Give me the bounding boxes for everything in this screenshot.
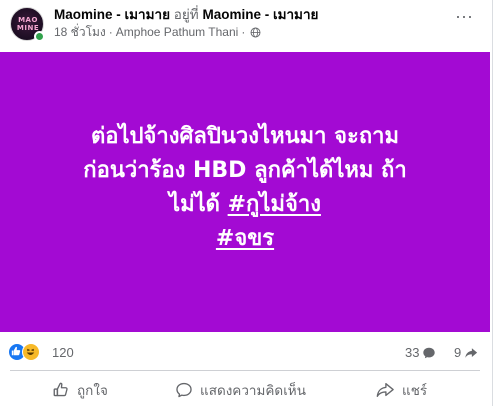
post-header: MAO MINE Maomine - เมามาย อยู่ที่ Maomin… [0,0,493,52]
thumbs-up-icon [53,382,68,397]
post-place-link[interactable]: Amphoe Pathum Thani [116,25,239,40]
avatar-logo-line-1: MAO [18,16,38,24]
post-time-link[interactable]: 18 ชั่วโมง [54,25,106,40]
post-text: ต่อไปจ้างศิลปินวงไหนมา จะถาม ก่อนว่าร้อง… [0,120,490,256]
action-bar: ถูกใจ แสดงความคิดเห็น แชร์ [0,374,490,406]
comment-count-value: 33 [405,345,420,360]
comment-bubble-icon [423,347,436,358]
action-divider [10,370,480,371]
post-background: ต่อไปจ้างศิลปินวงไหนมา จะถาม ก่อนว่าร้อง… [0,52,490,332]
post-text-line-2: ก่อนว่าร้อง HBD ลูกค้าได้ไหม ถ้า [83,158,407,183]
globe-icon [250,27,261,38]
share-button-label: แชร์ [402,383,428,398]
post-text-line-4: #จขร [0,222,490,256]
post-text-line-3-prefix: ไม่ได้ [169,192,228,217]
more-options-button[interactable]: ··· [452,7,476,26]
meta-separator: · [108,25,113,39]
share-button[interactable]: แชร์ [375,378,427,402]
more-options-icon: ··· [455,6,473,26]
reaction-icons[interactable] [8,343,48,361]
online-status-dot [34,31,45,42]
author-line: Maomine - เมามาย อยู่ที่ Maomine - เมามา… [54,6,318,23]
post-card: MAO MINE Maomine - เมามาย อยู่ที่ Maomin… [0,0,493,406]
comment-button-label: แสดงความคิดเห็น [200,383,306,398]
haha-reaction-icon [22,343,40,361]
post-text-line-3: ไม่ได้ #กูไม่จ้าง [0,188,490,222]
location-connector: อยู่ที่ [173,7,199,22]
post-text-line-1: ต่อไปจ้างศิลปินวงไหนมา จะถาม [90,124,400,149]
share-count-value: 9 [454,345,462,360]
comment-icon [176,382,192,398]
like-button[interactable]: ถูกใจ [52,378,108,402]
share-arrow-icon [465,347,478,358]
comment-button[interactable]: แสดงความคิดเห็น [175,378,306,402]
author-name-link[interactable]: Maomine - เมามาย [54,7,170,22]
comment-count[interactable]: 33 [405,345,436,360]
like-button-label: ถูกใจ [77,383,108,398]
share-count[interactable]: 9 [454,345,478,360]
location-page-link[interactable]: Maomine - เมามาย [202,7,318,22]
reaction-count[interactable]: 120 [52,345,74,360]
share-icon [376,383,394,397]
hashtag-link-2[interactable]: #จขร [216,226,274,251]
meta-separator-2: · [241,25,246,39]
hashtag-link-1[interactable]: #กูไม่จ้าง [228,192,321,217]
avatar-logo-text: MAO MINE [11,16,43,32]
post-meta: 18 ชั่วโมง · Amphoe Pathum Thani · [54,25,261,40]
reactions-bar: 120 33 9 [0,338,490,366]
